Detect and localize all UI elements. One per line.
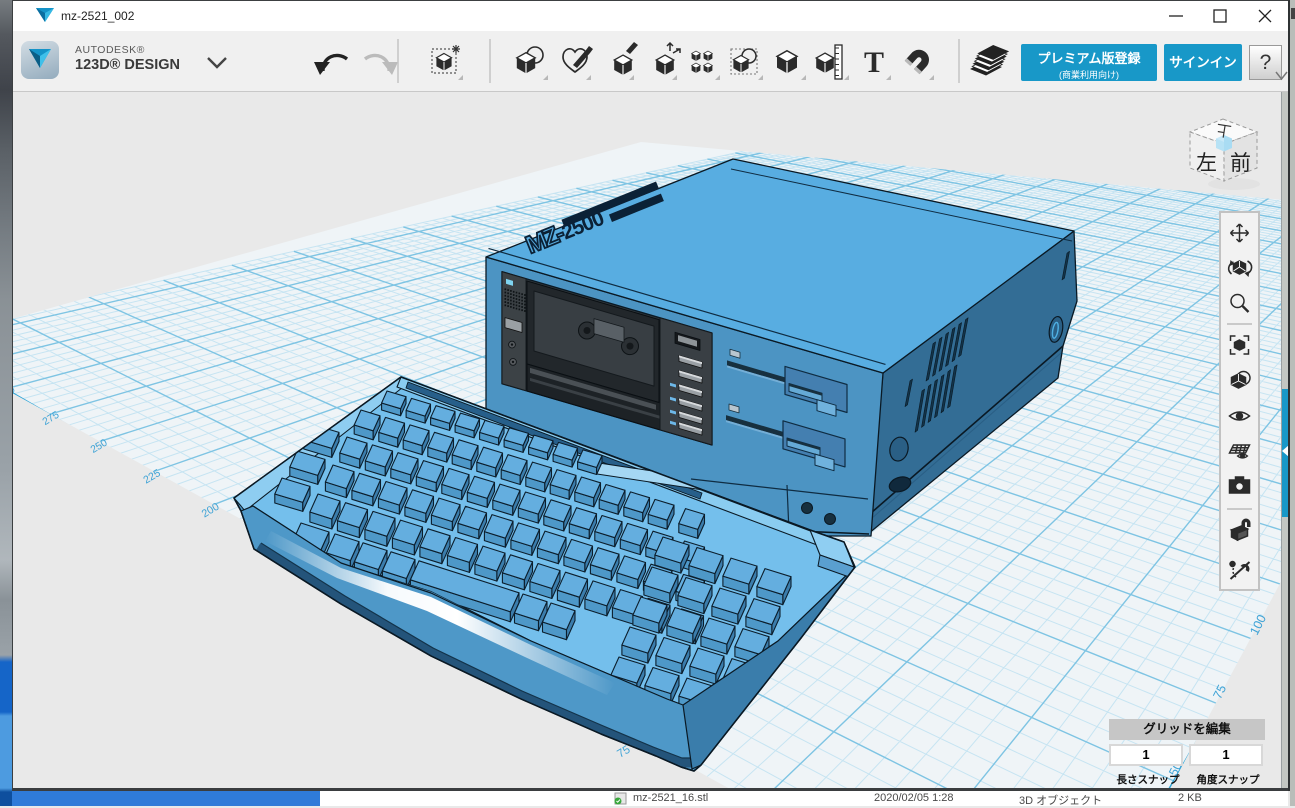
svg-text:左: 左 [1196, 152, 1217, 175]
svg-text:上: 上 [1215, 120, 1232, 139]
svg-text:T: T [864, 46, 884, 79]
svg-text:前: 前 [1230, 152, 1251, 175]
